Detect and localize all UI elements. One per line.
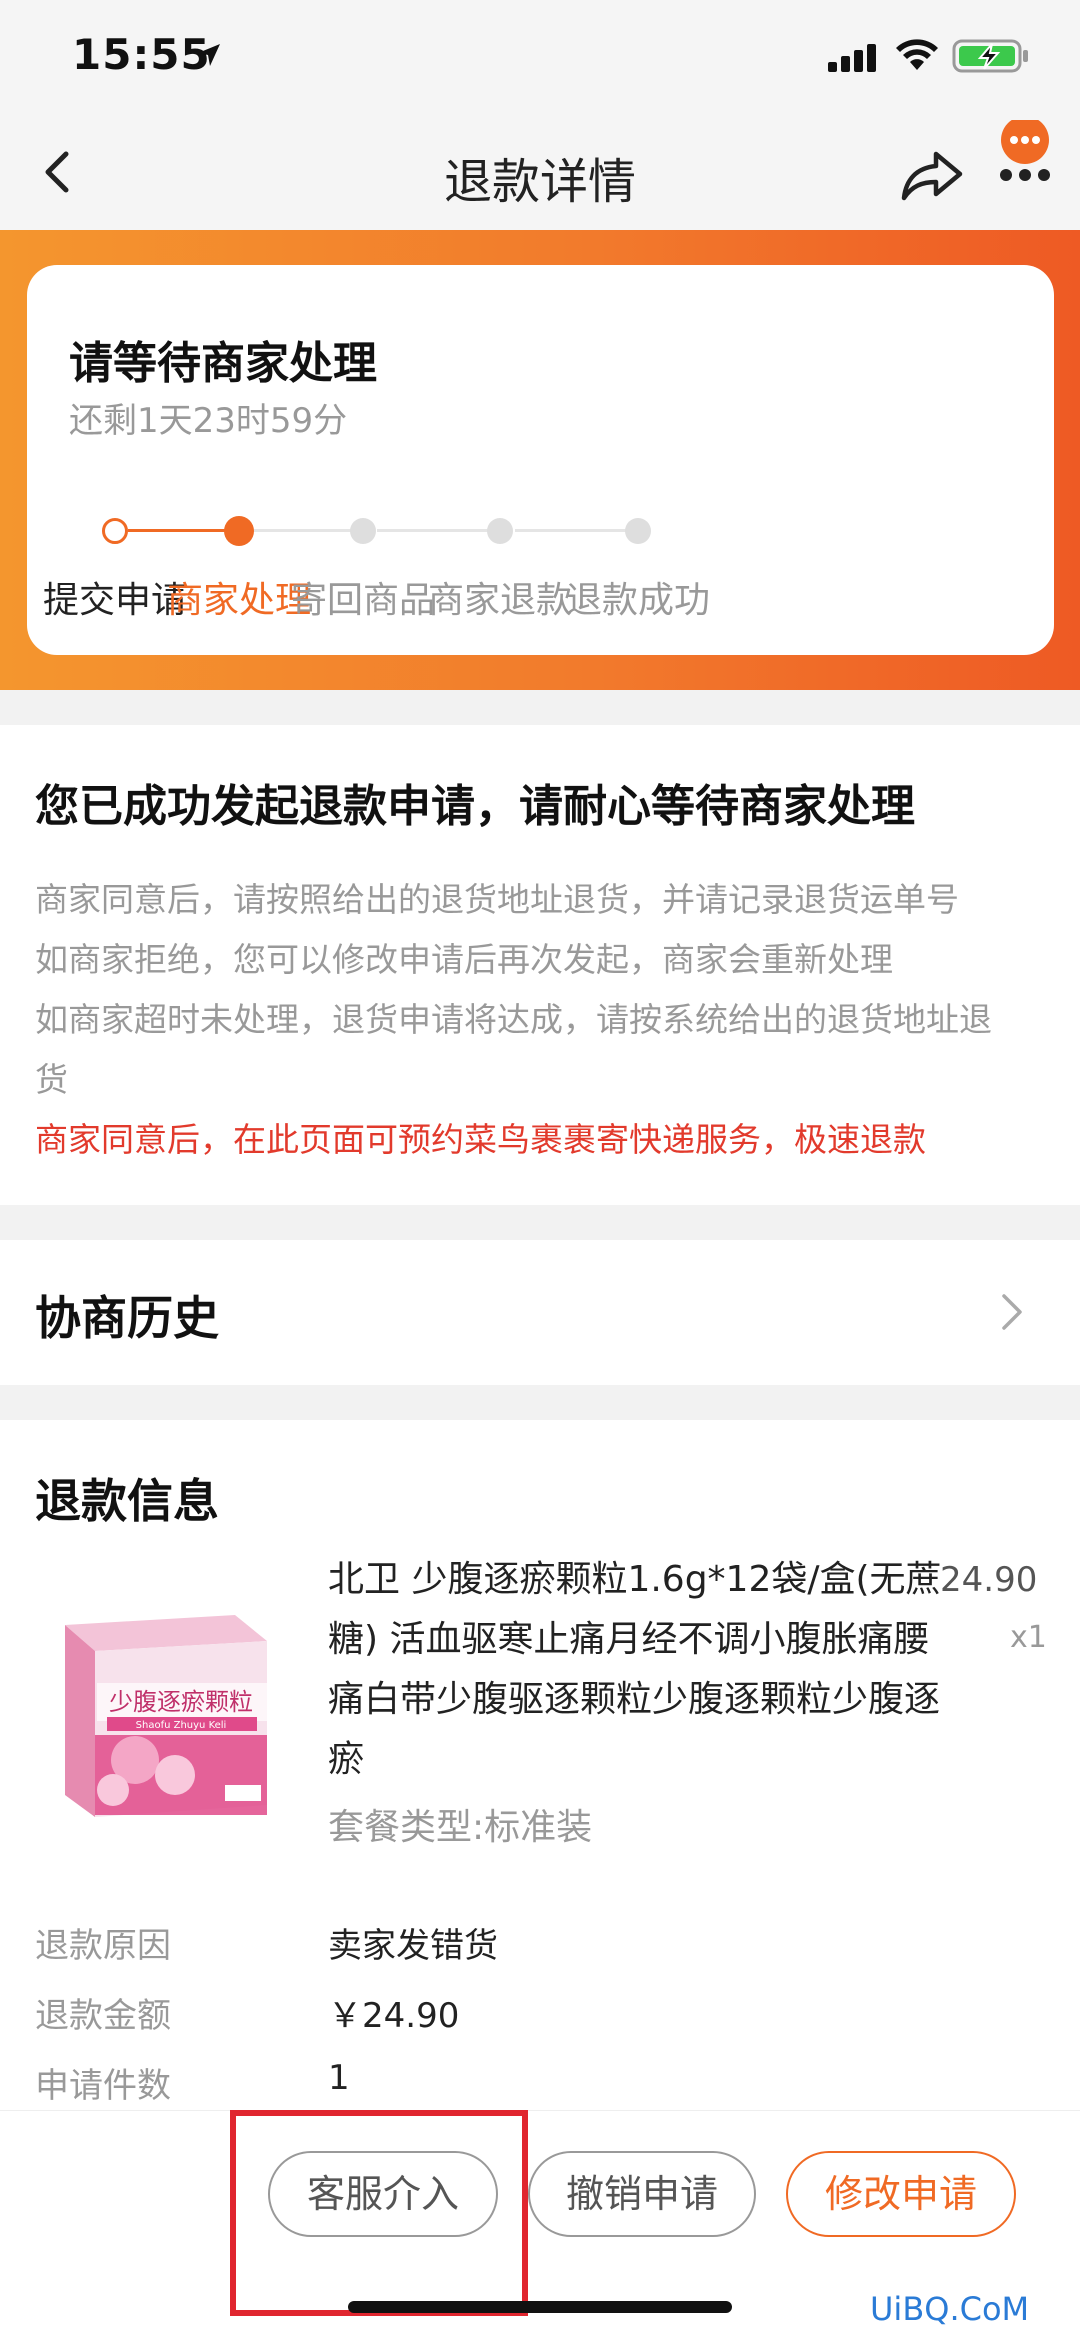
watermark: UiBQ.CoM [870,2290,1030,2328]
home-indicator [348,2301,732,2313]
step-dot [102,518,128,544]
step-connector [515,529,637,532]
notice-line: 如商家超时未处理，退货申请将达成，请按系统给出的退货地址退 [35,1000,992,1039]
history-title: 协商历史 [35,1291,219,1345]
info-value: 卖家发错货 [328,1926,498,1966]
refund-info-title: 退款信息 [35,1474,219,1528]
negotiation-history-row[interactable]: 协商历史 [0,1240,1080,1385]
step-dot-current [224,516,254,546]
notice-line: 货 [35,1060,68,1099]
notice-line: 如商家拒绝，您可以修改申请后再次发起，商家会重新处理 [35,940,893,979]
annotation-highlight-box [230,2110,528,2316]
wifi-icon [896,39,938,70]
info-row-quantity: 申请件数 1 [35,2058,1045,2108]
product-package-type: 套餐类型:标准装 [328,1807,593,1848]
product-box-en-text: Shaofu Zhuyu Keli [136,1720,227,1731]
info-label: 退款金额 [35,1996,171,2036]
battery-charging-icon [952,39,1028,73]
cellular-signal-icon [828,44,876,72]
product-quantity: x1 [1010,1620,1047,1655]
status-title: 请等待商家处理 [69,338,377,389]
info-label: 退款原因 [35,1926,171,1966]
refund-status-card: 请等待商家处理 还剩1天23时59分 提交申请 商家处理 寄回商品 商家退款 退… [27,265,1054,655]
product-image[interactable]: 少腹逐瘀颗粒 Shaofu Zhuyu Keli [35,1585,293,1843]
info-value: ￥24.90 [328,1996,460,2036]
status-bar: 15:55 [0,0,1080,120]
info-value: 1 [328,2058,350,2098]
step-dot [487,518,513,544]
info-label: 申请件数 [35,2066,171,2106]
step-dot [625,518,651,544]
navigation-bar: 退款详情 [0,120,1080,230]
cancel-request-button[interactable]: 撤销申请 [528,2151,756,2237]
progress-steps: 提交申请 商家处理 寄回商品 商家退款 退款成功 [27,505,1054,625]
more-icon[interactable] [990,120,1060,210]
chevron-right-icon [1002,1294,1022,1330]
notice-title: 您已成功发起退款申请，请耐心等待商家处理 [35,781,915,832]
product-price: 24.90 [940,1560,1038,1600]
status-time: 15:55 [72,30,211,79]
info-row-amount: 退款金额 ￥24.90 [35,1988,1045,2038]
refund-info-section: 退款信息 少腹逐瘀颗粒 Shaofu Zhuyu Keli 北卫 少腹逐瘀颗粒1… [0,1420,1080,2110]
modify-request-button[interactable]: 修改申请 [786,2151,1016,2237]
step-connector [377,529,499,532]
status-countdown: 还剩1天23时59分 [69,401,348,441]
notice-line: 商家同意后，请按照给出的退货地址退货，并请记录退货运单号 [35,880,959,919]
step-label-refund-success: 退款成功 [565,580,710,621]
step-dot [350,518,376,544]
info-row-reason: 退款原因 卖家发错货 [35,1918,1045,1968]
notice-lines: 商家同意后，请按照给出的退货地址退货，并请记录退货运单号 如商家拒绝，您可以修改… [35,870,1045,1170]
product-name[interactable]: 北卫 少腹逐瘀颗粒1.6g*12袋/盒(无蔗糖) 活血驱寒止痛月经不调小腹胀痛腰… [328,1550,948,1790]
notice-highlight: 商家同意后，在此页面可预约菜鸟裹裹寄快递服务，极速退款 [35,1120,926,1159]
share-icon[interactable] [898,140,968,210]
location-arrow-icon [198,44,220,66]
product-box-cn-text: 少腹逐瘀颗粒 [109,1688,253,1716]
step-connector [249,529,359,532]
refund-notice: 您已成功发起退款申请，请耐心等待商家处理 商家同意后，请按照给出的退货地址退货，… [0,725,1080,1205]
step-connector [128,529,230,532]
